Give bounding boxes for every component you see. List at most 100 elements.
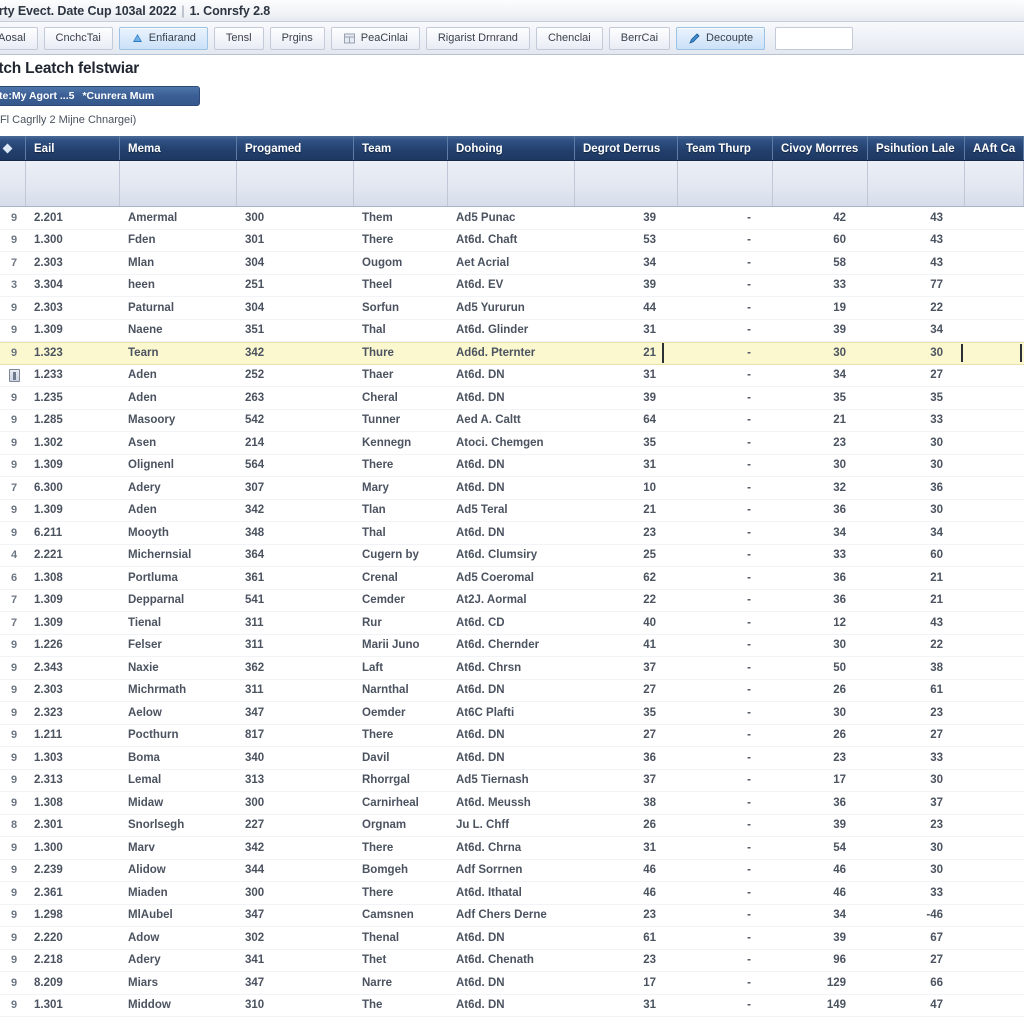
- table-cell-ciwoy[interactable]: 35: [773, 387, 868, 409]
- grid-filter-cell-psihution[interactable]: [868, 161, 965, 206]
- table-cell-aaft[interactable]: [965, 657, 1024, 679]
- table-cell-marker[interactable]: 9: [0, 725, 26, 747]
- table-cell-progamed[interactable]: 541: [237, 590, 354, 612]
- table-cell-dohoing[interactable]: At6d. DN: [448, 522, 575, 544]
- status-pill-bar[interactable]: te:My Agort ...5 *Cunrera Mum: [0, 86, 200, 106]
- table-cell-degrot[interactable]: 53: [575, 230, 678, 252]
- table-cell-progamed[interactable]: 301: [237, 230, 354, 252]
- table-cell-dohoing[interactable]: Ad6d. Pternter: [448, 343, 575, 364]
- table-row[interactable]: 9 1.300 Marv 342 There At6d. Chrna 31 - 54 30: [0, 837, 1024, 860]
- table-cell-progamed[interactable]: 342: [237, 837, 354, 859]
- table-cell-progamed[interactable]: 361: [237, 567, 354, 589]
- table-cell-marker[interactable]: 9: [0, 747, 26, 769]
- table-cell-dohoing[interactable]: At6d. DN: [448, 387, 575, 409]
- table-row[interactable]: 9 1.211 Pocthurn 817 There At6d. DN 27 - 26 27: [0, 725, 1024, 747]
- table-cell-team[interactable]: Sorfun: [354, 297, 448, 319]
- table-cell-degrot[interactable]: 46: [575, 860, 678, 882]
- table-cell-progamed[interactable]: 311: [237, 680, 354, 702]
- table-cell-aaft[interactable]: [965, 995, 1024, 1017]
- table-row[interactable]: 9 2.201 Amermal 300 Them Ad5 Punac 39 - 42 43: [0, 207, 1024, 230]
- select-all-diamond-icon[interactable]: [2, 143, 13, 154]
- grid-body[interactable]: 9 2.201 Amermal 300 Them Ad5 Punac 39-42 43 9 1.3…: [0, 207, 1024, 1017]
- table-cell-dohoing[interactable]: Ad5 Tiernash: [448, 770, 575, 792]
- table-cell-dohoing[interactable]: At6d. DN: [448, 365, 575, 387]
- table-cell-ciwoy[interactable]: 19: [773, 297, 868, 319]
- table-cell-mema[interactable]: Marv: [120, 837, 237, 859]
- table-cell-dohoing[interactable]: At6d. DN: [448, 477, 575, 499]
- table-cell-degrot[interactable]: 27: [575, 725, 678, 747]
- table-cell-teamthurp[interactable]: -: [678, 252, 773, 274]
- table-cell-degrot[interactable]: 35: [575, 432, 678, 454]
- table-cell-ciwoy[interactable]: 23: [773, 432, 868, 454]
- table-row[interactable]: 1.233 Aden 252 Thaer At6d. DN 31 - 34 27: [0, 365, 1024, 387]
- table-cell-dohoing[interactable]: At6d. DN: [448, 972, 575, 994]
- table-cell-eail[interactable]: 1.309: [26, 320, 120, 342]
- table-cell-progamed[interactable]: 227: [237, 815, 354, 837]
- table-cell-aaft[interactable]: [965, 927, 1024, 949]
- table-cell-degrot[interactable]: 10: [575, 477, 678, 499]
- table-cell-psihution[interactable]: 21: [868, 567, 965, 589]
- table-cell-progamed[interactable]: 304: [237, 297, 354, 319]
- table-row[interactable]: 7 1.309 Tienal 311 Rur At6d. CD 40 - 12 43: [0, 612, 1024, 635]
- table-cell-mema[interactable]: Michrmath: [120, 680, 237, 702]
- table-cell-marker[interactable]: 9: [0, 522, 26, 544]
- table-cell-aaft[interactable]: [965, 500, 1024, 522]
- table-cell-teamthurp[interactable]: -: [678, 387, 773, 409]
- table-cell-degrot[interactable]: 37: [575, 657, 678, 679]
- table-cell-degrot[interactable]: 26: [575, 815, 678, 837]
- table-cell-aaft[interactable]: [965, 567, 1024, 589]
- table-cell-eail[interactable]: 2.221: [26, 545, 120, 567]
- table-cell-teamthurp[interactable]: -: [678, 230, 773, 252]
- table-cell-psihution[interactable]: 23: [868, 815, 965, 837]
- table-cell-marker[interactable]: 9: [0, 770, 26, 792]
- table-cell-degrot[interactable]: 64: [575, 410, 678, 432]
- table-row[interactable]: 9 2.343 Naxie 362 Laft At6d. Chrsn 37 - 50 38: [0, 657, 1024, 680]
- table-row[interactable]: 9 1.308 Midaw 300 Carnirheal At6d. Meussh 38 - 3…: [0, 792, 1024, 815]
- table-row[interactable]: 9 2.218 Adery 341 Thet At6d. Chenath 23 - 96 27: [0, 950, 1024, 972]
- table-cell-team[interactable]: Carnirheal: [354, 792, 448, 814]
- table-cell-teamthurp[interactable]: -: [678, 207, 773, 229]
- table-cell-marker[interactable]: 9: [0, 792, 26, 814]
- table-cell-aaft[interactable]: [965, 702, 1024, 724]
- table-cell-mema[interactable]: Snorlsegh: [120, 815, 237, 837]
- toolbar-button-rigarist-drnrand[interactable]: Rigarist Drnrand: [425, 26, 530, 50]
- table-cell-psihution[interactable]: 34: [868, 320, 965, 342]
- table-cell-aaft[interactable]: [965, 972, 1024, 994]
- table-cell-progamed[interactable]: 342: [237, 343, 354, 364]
- table-row[interactable]: 9 8.209 Miars 347 Narre At6d. DN 17 - 129 66: [0, 972, 1024, 995]
- table-cell-aaft[interactable]: [965, 950, 1024, 972]
- table-cell-progamed[interactable]: 252: [237, 365, 354, 387]
- row-edit-pencil-icon[interactable]: [8, 368, 20, 382]
- table-cell-dohoing[interactable]: Adf Chers Derne: [448, 905, 575, 927]
- table-cell-dohoing[interactable]: Adf Sorrnen: [448, 860, 575, 882]
- table-row[interactable]: 8 2.301 Snorlsegh 227 Orgnam Ju L. Chff 26 - 39 2…: [0, 815, 1024, 837]
- grid-filter-row[interactable]: [0, 161, 1024, 207]
- table-cell-mema[interactable]: heen: [120, 275, 237, 297]
- table-cell-team[interactable]: Ougom: [354, 252, 448, 274]
- grid-filter-cell-dohoing[interactable]: [448, 161, 575, 206]
- table-cell-psihution[interactable]: 33: [868, 747, 965, 769]
- table-cell-ciwoy[interactable]: 23: [773, 747, 868, 769]
- table-cell-marker[interactable]: 9: [0, 657, 26, 679]
- table-cell-mema[interactable]: MlAubel: [120, 905, 237, 927]
- table-cell-aaft[interactable]: [965, 882, 1024, 904]
- table-row[interactable]: 9 2.303 Michrmath 311 Narnthal At6d. DN 27 - 26 6…: [0, 680, 1024, 702]
- grid-column-header-team[interactable]: Team: [354, 136, 448, 160]
- table-cell-ciwoy[interactable]: 60: [773, 230, 868, 252]
- table-cell-aaft[interactable]: [965, 590, 1024, 612]
- table-cell-progamed[interactable]: 362: [237, 657, 354, 679]
- table-cell-mema[interactable]: Miars: [120, 972, 237, 994]
- table-cell-aaft[interactable]: [965, 455, 1024, 477]
- table-cell-dohoing[interactable]: At6d. Chrna: [448, 837, 575, 859]
- table-row[interactable]: 9 1.226 Felser 311 Marii Juno At6d. Chernder 4…: [0, 635, 1024, 657]
- table-row[interactable]: 9 1.235 Aden 263 Cheral At6d. DN 39 - 35 35: [0, 387, 1024, 410]
- table-cell-aaft[interactable]: [965, 477, 1024, 499]
- table-cell-team[interactable]: Thal: [354, 320, 448, 342]
- table-cell-teamthurp[interactable]: -: [678, 410, 773, 432]
- table-row[interactable]: 9 2.323 Aelow 347 Oemder At6C Plafti 35 - 30 23: [0, 702, 1024, 725]
- table-row[interactable]: 4 2.221 Michernsial 364 Cugern by At6d. Clums…: [0, 545, 1024, 567]
- table-cell-eail[interactable]: 1.301: [26, 995, 120, 1017]
- table-cell-teamthurp[interactable]: -: [678, 860, 773, 882]
- table-cell-marker[interactable]: [0, 365, 26, 387]
- table-cell-ciwoy[interactable]: 26: [773, 725, 868, 747]
